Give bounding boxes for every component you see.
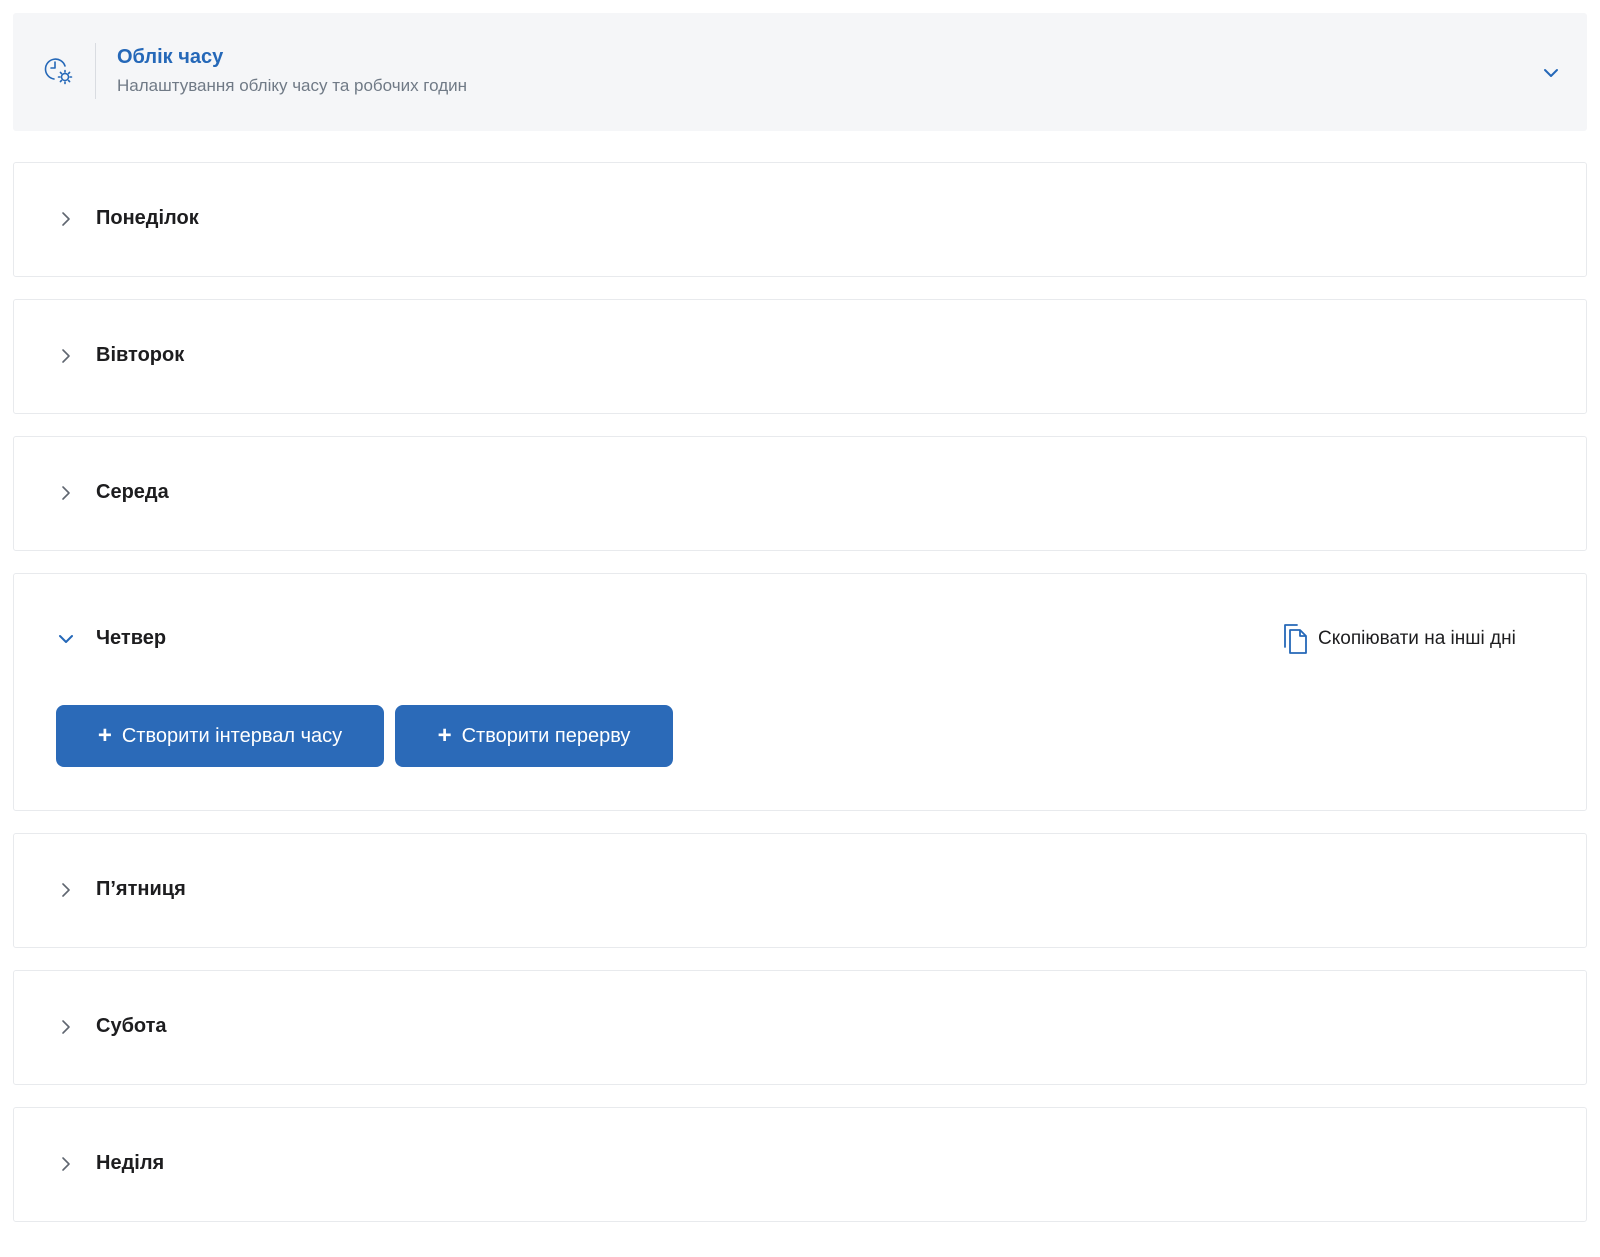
day-label: Субота [96, 1015, 167, 1037]
plus-icon: + [97, 722, 112, 749]
create-break-button[interactable]: + Створити перерву [395, 705, 673, 767]
day-label: Середа [96, 481, 169, 503]
header-divider [95, 43, 96, 99]
day-panel-saturday[interactable]: Субота [13, 970, 1587, 1085]
day-label: Вівторок [96, 344, 185, 366]
chevron-right-icon[interactable] [56, 880, 76, 900]
day-label: Четвер [96, 627, 167, 649]
day-panel-tuesday[interactable]: Вівторок [13, 299, 1587, 414]
day-label: Неділя [96, 1152, 165, 1174]
day-label: Понеділок [96, 207, 199, 229]
day-panel-friday[interactable]: П’ятниця [13, 833, 1587, 948]
day-label: П’ятниця [96, 878, 186, 900]
plus-icon: + [437, 722, 452, 749]
copy-to-other-days-button[interactable]: Скопіювати на інші дні [1280, 622, 1516, 656]
chevron-right-icon[interactable] [56, 209, 76, 229]
chevron-right-icon[interactable] [56, 1017, 76, 1037]
chevron-down-icon[interactable] [56, 629, 76, 649]
copy-label: Скопіювати на інші дні [1318, 628, 1516, 649]
chevron-right-icon[interactable] [56, 1154, 76, 1174]
day-panel-sunday[interactable]: Неділя [13, 1107, 1587, 1222]
chevron-right-icon[interactable] [56, 483, 76, 503]
day-panel-wednesday[interactable]: Середа [13, 436, 1587, 551]
copy-icon [1284, 624, 1307, 654]
day-panel-thursday[interactable]: Четвер Скопіювати на інші дні + Створити… [13, 573, 1587, 811]
create-break-label: Створити перерву [461, 724, 631, 747]
day-panel-monday[interactable]: Понеділок [13, 162, 1587, 277]
time-tracking-header[interactable]: Облік часу Налаштування обліку часу та р… [13, 13, 1587, 131]
section-title: Облік часу [117, 46, 224, 68]
chevron-down-icon[interactable] [1541, 63, 1561, 83]
chevron-right-icon[interactable] [56, 346, 76, 366]
section-subtitle: Налаштування обліку часу та робочих годи… [117, 76, 468, 95]
create-time-interval-label: Створити інтервал часу [121, 724, 343, 747]
clock-settings-icon [44, 58, 73, 85]
create-time-interval-button[interactable]: + Створити інтервал часу [56, 705, 384, 767]
